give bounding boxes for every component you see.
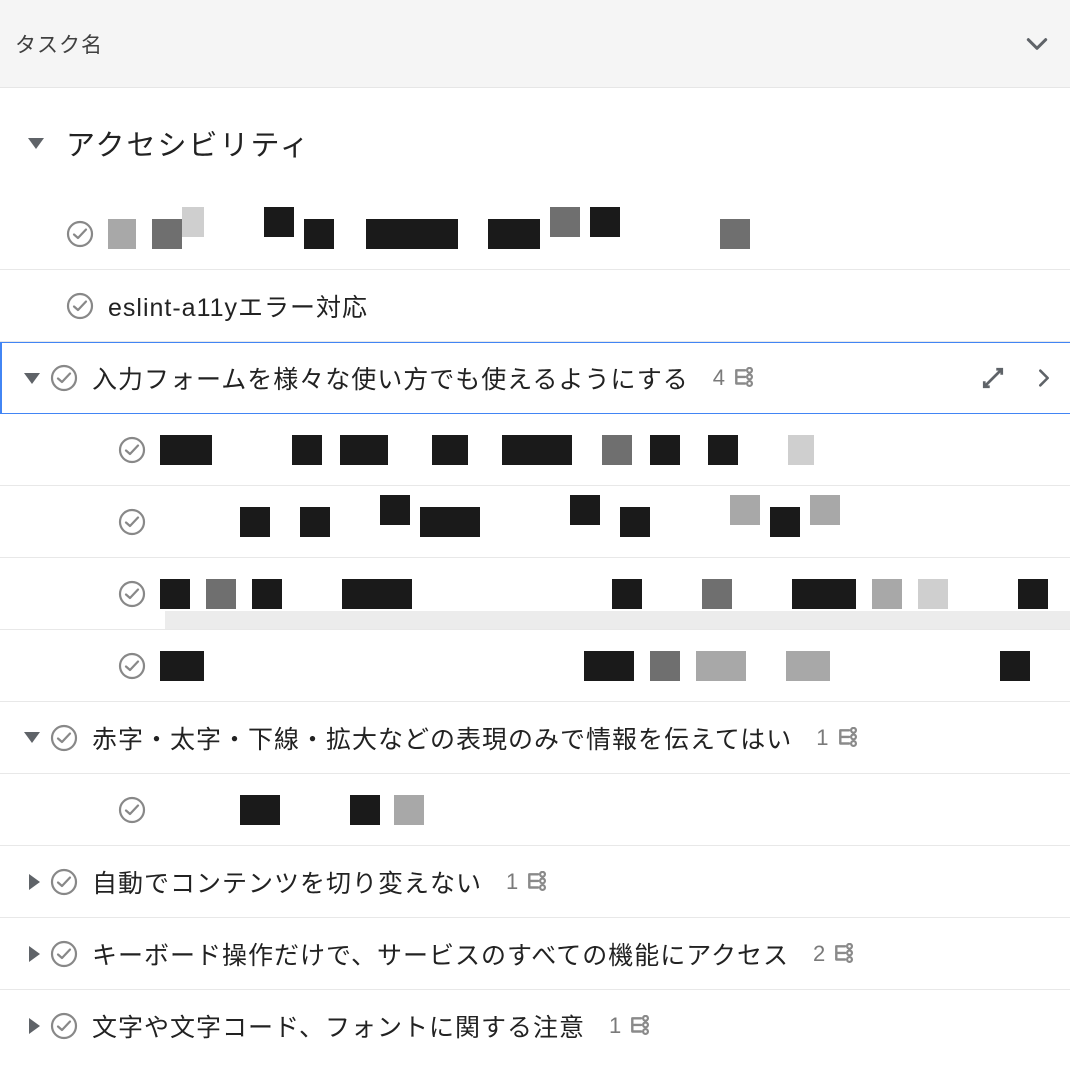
task-row[interactable] — [0, 630, 1070, 702]
complete-toggle[interactable] — [66, 220, 94, 248]
chevron-down-icon[interactable] — [1024, 31, 1050, 57]
complete-toggle[interactable] — [50, 724, 78, 752]
task-row[interactable]: eslint-a11yエラー対応 — [0, 270, 1070, 342]
complete-toggle[interactable] — [118, 508, 146, 536]
complete-toggle[interactable] — [50, 940, 78, 968]
subtask-count[interactable]: 2 — [813, 941, 857, 967]
task-title: 自動でコンテンツを切り変えない — [92, 864, 482, 900]
task-title: 文字や文字コード、フォントに関する注意 — [92, 1008, 585, 1044]
task-title-redacted — [160, 579, 1048, 609]
task-row[interactable]: 自動でコンテンツを切り変えない 1 — [0, 846, 1070, 918]
complete-toggle[interactable] — [118, 652, 146, 680]
task-title-redacted — [160, 435, 814, 465]
task-row[interactable] — [0, 198, 1070, 270]
task-title-redacted — [160, 507, 840, 537]
task-row[interactable] — [0, 414, 1070, 486]
task-title-redacted — [160, 795, 424, 825]
expand-toggle[interactable] — [0, 946, 44, 962]
task-title: 赤字・太字・下線・拡大などの表現のみで情報を伝えてはい — [92, 720, 792, 756]
collapse-toggle[interactable] — [0, 373, 44, 384]
horizontal-scrollbar[interactable] — [165, 611, 1070, 629]
collapse-toggle[interactable] — [0, 732, 44, 743]
subtask-count[interactable]: 1 — [816, 725, 860, 751]
subtask-count[interactable]: 1 — [506, 869, 550, 895]
task-row[interactable]: 赤字・太字・下線・拡大などの表現のみで情報を伝えてはい 1 — [0, 702, 1070, 774]
task-title-redacted — [160, 651, 1030, 681]
move-icon[interactable] — [981, 366, 1005, 390]
complete-toggle[interactable] — [118, 580, 146, 608]
subtask-count[interactable]: 1 — [609, 1013, 653, 1039]
subtask-count-number: 1 — [816, 725, 828, 751]
chevron-right-icon[interactable] — [1033, 367, 1055, 389]
complete-toggle[interactable] — [118, 436, 146, 464]
task-title: eslint-a11yエラー対応 — [108, 288, 368, 324]
task-row[interactable] — [0, 486, 1070, 558]
section-header[interactable]: アクセシビリティ — [0, 88, 1070, 198]
task-title: キーボード操作だけで、サービスのすべての機能にアクセス — [92, 936, 789, 972]
complete-toggle[interactable] — [118, 796, 146, 824]
task-row[interactable]: 文字や文字コード、フォントに関する注意 1 — [0, 990, 1070, 1062]
complete-toggle[interactable] — [66, 292, 94, 320]
column-title: タスク名 — [15, 29, 103, 59]
section-title: アクセシビリティ — [66, 122, 311, 164]
subtask-count-number: 2 — [813, 941, 825, 967]
complete-toggle[interactable] — [50, 1012, 78, 1040]
task-row[interactable]: 入力フォームを様々な使い方でも使えるようにする 4 — [0, 342, 1070, 414]
subtask-count-number: 1 — [609, 1013, 621, 1039]
subtask-count-number: 4 — [713, 365, 725, 391]
column-header[interactable]: タスク名 — [0, 0, 1070, 88]
task-row[interactable]: キーボード操作だけで、サービスのすべての機能にアクセス 2 — [0, 918, 1070, 990]
subtask-count-number: 1 — [506, 869, 518, 895]
complete-toggle[interactable] — [50, 868, 78, 896]
task-title-redacted — [108, 219, 750, 249]
task-row[interactable] — [0, 774, 1070, 846]
expand-toggle[interactable] — [0, 874, 44, 890]
subtask-count[interactable]: 4 — [713, 365, 757, 391]
task-row[interactable] — [0, 558, 1070, 630]
task-title: 入力フォームを様々な使い方でも使えるようにする — [92, 360, 689, 396]
collapse-toggle[interactable] — [24, 138, 48, 149]
complete-toggle[interactable] — [50, 364, 78, 392]
expand-toggle[interactable] — [0, 1018, 44, 1034]
